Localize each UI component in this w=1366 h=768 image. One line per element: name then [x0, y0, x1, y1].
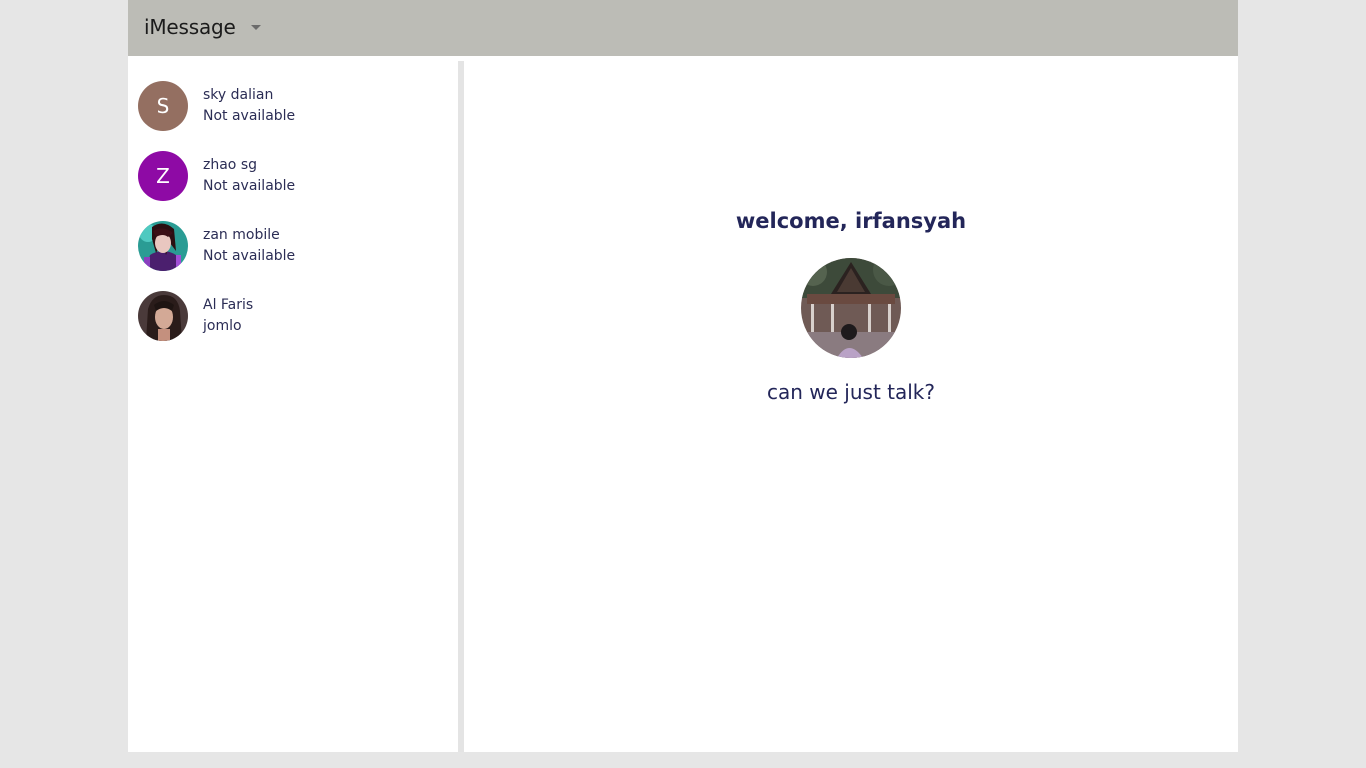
- avatar: S: [138, 81, 188, 131]
- contact-list: S sky dalian Not available Z zhao sg Not…: [128, 61, 458, 752]
- contact-item-zan-mobile[interactable]: zan mobile Not available: [138, 221, 448, 273]
- contact-item-sky-dalian[interactable]: S sky dalian Not available: [138, 81, 448, 133]
- welcome-heading: welcome, irfansyah: [735, 209, 967, 233]
- app-window: iMessage S sky dalian Not available Z zh…: [128, 0, 1238, 752]
- contact-name: Al Faris: [203, 297, 254, 313]
- avatar-initial: Z: [156, 164, 170, 188]
- contact-item-al-faris[interactable]: Al Faris jomlo: [138, 291, 448, 343]
- contact-status: Not available: [203, 178, 296, 194]
- person-portrait-icon: [138, 291, 188, 341]
- chevron-down-icon[interactable]: [251, 25, 261, 30]
- app-title: iMessage: [144, 15, 236, 39]
- gazebo-photo-icon: [801, 258, 901, 358]
- anime-portrait-icon: [138, 221, 188, 271]
- avatar-initial: S: [156, 94, 170, 118]
- contact-status: Not available: [203, 108, 296, 124]
- top-bar: iMessage: [128, 0, 1238, 56]
- main-panel: welcome, irfansyah can we just talk?: [464, 61, 1238, 752]
- contact-name: sky dalian: [203, 87, 274, 103]
- contact-status: jomlo: [203, 318, 242, 334]
- avatar: [138, 221, 188, 271]
- contact-status: Not available: [203, 248, 296, 264]
- status-message: can we just talk?: [766, 380, 935, 404]
- contact-item-zhao-sg[interactable]: Z zhao sg Not available: [138, 151, 448, 203]
- contact-name: zan mobile: [203, 227, 280, 243]
- avatar: Z: [138, 151, 188, 201]
- profile-photo: [801, 258, 901, 358]
- contact-name: zhao sg: [203, 157, 257, 173]
- avatar: [138, 291, 188, 341]
